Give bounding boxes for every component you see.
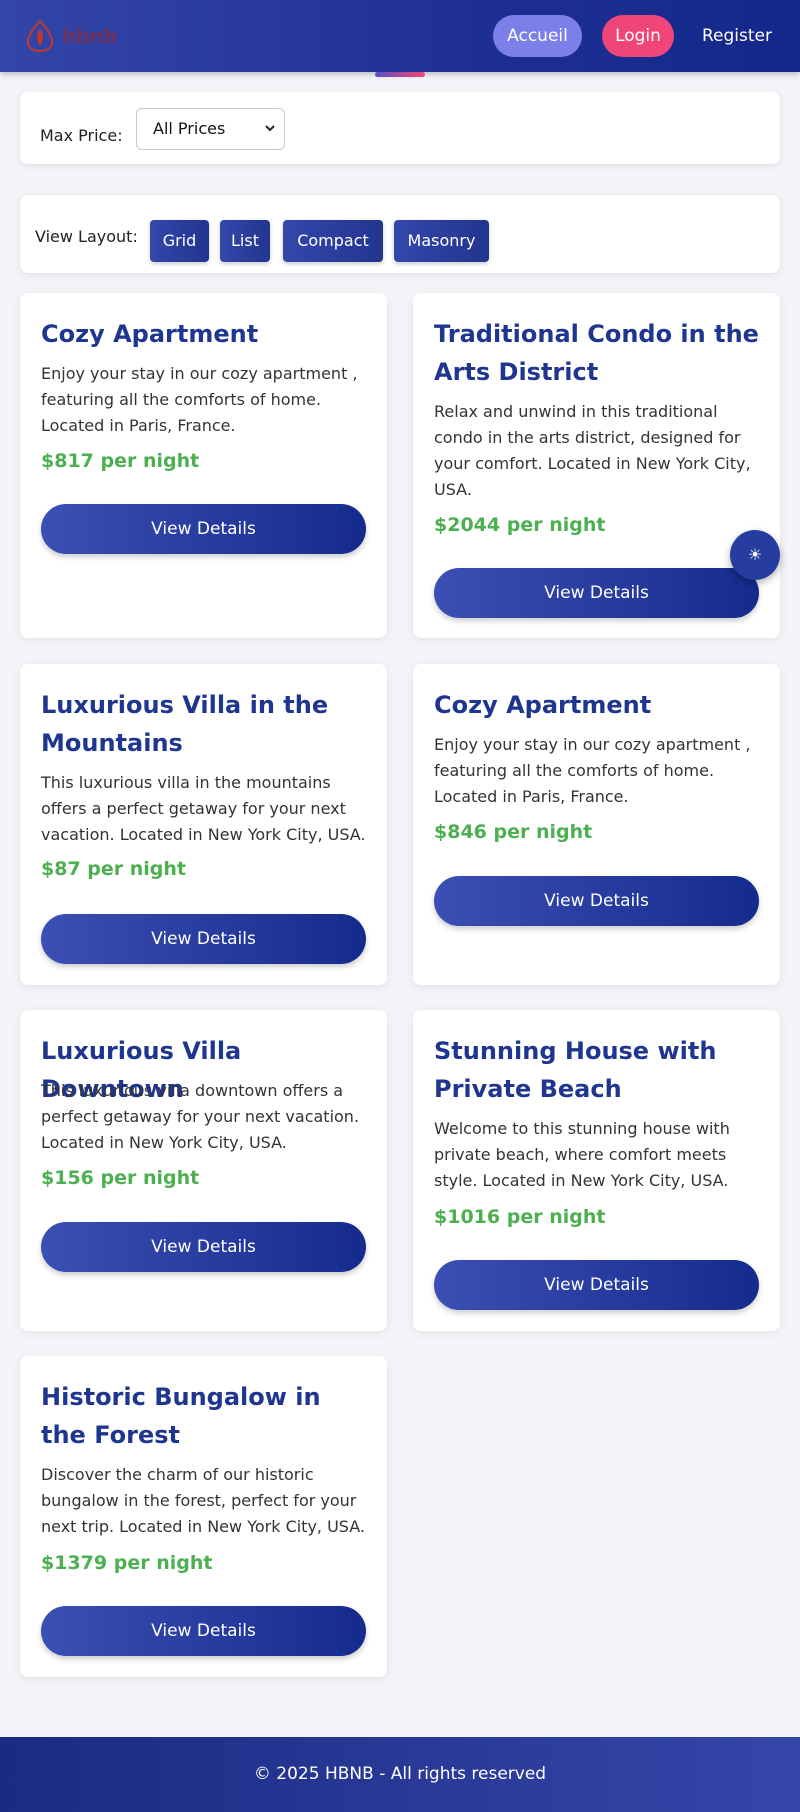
price-filter-panel: Max Price: All Prices bbox=[20, 92, 780, 164]
layout-compact-button[interactable]: Compact bbox=[283, 220, 383, 262]
view-details-button[interactable]: View Details bbox=[434, 1260, 759, 1310]
nav-accueil-button[interactable]: Accueil bbox=[493, 15, 582, 57]
place-description: Relax and unwind in this traditional con… bbox=[434, 402, 751, 499]
view-details-button[interactable]: View Details bbox=[434, 876, 759, 926]
layout-selector-panel: View Layout: Grid List Compact Masonry bbox=[20, 195, 780, 273]
place-card: Luxurious Villa in the Mountains This lu… bbox=[20, 664, 387, 985]
layout-list-button[interactable]: List bbox=[220, 220, 270, 262]
footer-copyright: © 2025 HBNB - All rights reserved bbox=[253, 1764, 547, 1784]
place-price: $1379 per night bbox=[41, 1552, 213, 1574]
place-price: $156 per night bbox=[41, 1167, 200, 1189]
place-title: Cozy Apartment bbox=[434, 691, 652, 719]
place-price: $846 per night bbox=[434, 821, 593, 843]
place-title: Historic Bungalow in the Forest bbox=[41, 1383, 321, 1449]
max-price-label: Max Price: bbox=[40, 126, 123, 145]
max-price-select[interactable]: All Prices bbox=[136, 108, 285, 150]
place-price: $87 per night bbox=[41, 858, 186, 880]
place-card: Stunning House with Private Beach Welcom… bbox=[413, 1010, 780, 1331]
place-card: Historic Bungalow in the Forest Discover… bbox=[20, 1356, 387, 1677]
sun-icon: ☀ bbox=[747, 545, 763, 564]
site-header: hbnb Accueil Login Register bbox=[0, 0, 800, 72]
logo-text[interactable]: hbnb bbox=[62, 24, 118, 48]
place-card: Luxurious Villa Downtown This luxurious … bbox=[20, 1010, 387, 1331]
place-card: Cozy Apartment Enjoy your stay in our co… bbox=[413, 664, 780, 985]
max-price-selected-value: All Prices bbox=[153, 119, 226, 138]
place-title: Cozy Apartment bbox=[41, 320, 259, 348]
view-details-button[interactable]: View Details bbox=[434, 568, 759, 618]
place-description: Welcome to this stunning house with priv… bbox=[434, 1119, 730, 1190]
active-nav-indicator bbox=[375, 72, 425, 77]
nav-login-button[interactable]: Login bbox=[602, 15, 674, 57]
place-description: This luxurious villa downtown offers a p… bbox=[41, 1081, 360, 1152]
place-price: $1016 per night bbox=[434, 1206, 606, 1228]
place-title: Luxurious Villa in the Mountains bbox=[41, 691, 329, 757]
place-price: $817 per night bbox=[41, 450, 200, 472]
view-details-button[interactable]: View Details bbox=[41, 914, 366, 964]
place-title: Stunning House with Private Beach bbox=[434, 1037, 717, 1103]
theme-toggle-button[interactable]: ☀ bbox=[730, 530, 780, 580]
nav-register-link[interactable]: Register bbox=[692, 15, 782, 57]
place-title: Traditional Condo in the Arts District bbox=[434, 320, 759, 386]
logo-icon[interactable] bbox=[22, 18, 58, 54]
view-layout-label: View Layout: bbox=[35, 227, 138, 246]
place-description: Enjoy your stay in our cozy apartment , … bbox=[434, 735, 751, 806]
place-card: Traditional Condo in the Arts District R… bbox=[413, 293, 780, 638]
site-footer: © 2025 HBNB - All rights reserved bbox=[0, 1737, 800, 1812]
view-details-button[interactable]: View Details bbox=[41, 1606, 366, 1656]
view-details-button[interactable]: View Details bbox=[41, 504, 366, 554]
chevron-down-icon bbox=[265, 125, 275, 132]
layout-grid-button[interactable]: Grid bbox=[150, 220, 209, 262]
place-price: $2044 per night bbox=[434, 514, 606, 536]
view-details-button[interactable]: View Details bbox=[41, 1222, 366, 1272]
place-description: Discover the charm of our historic bunga… bbox=[41, 1465, 366, 1536]
layout-masonry-button[interactable]: Masonry bbox=[394, 220, 489, 262]
place-card: Cozy Apartment Enjoy your stay in our co… bbox=[20, 293, 387, 638]
place-description: Enjoy your stay in our cozy apartment , … bbox=[41, 364, 358, 435]
place-description: This luxurious villa in the mountains of… bbox=[41, 773, 366, 844]
